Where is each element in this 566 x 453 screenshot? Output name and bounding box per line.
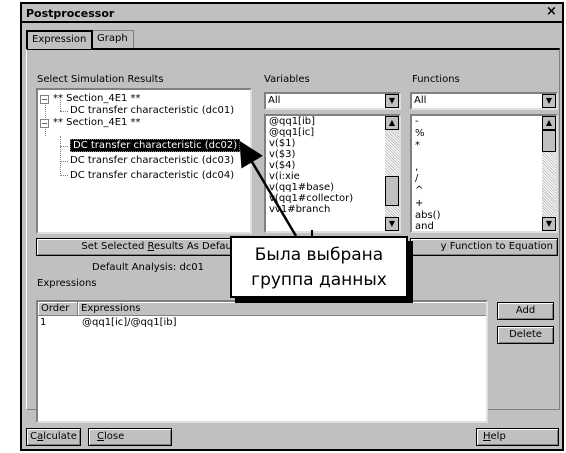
arrow-to-selected-results xyxy=(239,140,298,237)
callout-line-2: группа данных xyxy=(251,270,387,290)
tab-expression[interactable]: Expression xyxy=(26,30,93,49)
annotation-callout: Была выбрана группа данных xyxy=(230,236,408,298)
callout-line-1: Была выбрана xyxy=(254,245,384,265)
annotation-arrows xyxy=(239,140,313,237)
